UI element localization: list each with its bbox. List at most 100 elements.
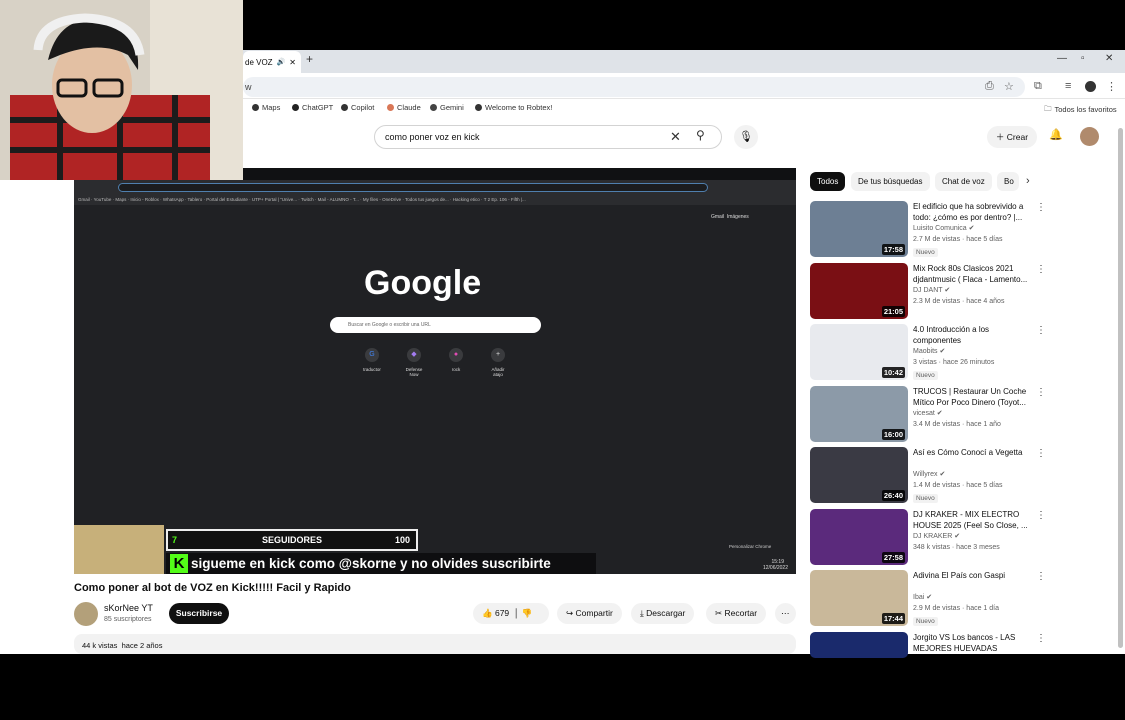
video-thumbnail[interactable]: 17:44 (810, 570, 908, 626)
download-button[interactable]: ⤓ Descargar (631, 603, 695, 624)
browser-tab[interactable]: de VOZ 🔊 ✕ (243, 51, 301, 73)
rec-title[interactable]: Mix Rock 80s Clasicos 2021 djdantmusic (… (913, 263, 1033, 285)
rec-title[interactable]: 4.0 Introducción a los componentes (913, 324, 1033, 346)
recommendation-item[interactable]: 26:40 Así es Cómo Conocí a Vegetta Willyre… (810, 447, 1050, 503)
recommendation-item[interactable]: 17:58 El edificio que ha sobrevivido a to… (810, 201, 1050, 257)
more-options-icon[interactable]: ⋮ (1036, 202, 1046, 213)
video-thumbnail[interactable]: 26:40 (810, 447, 908, 503)
star-icon[interactable]: ☆ (1004, 80, 1014, 93)
recommendation-item[interactable]: 16:00 TRUCOS | Restaurar Un Coche Mítico … (810, 385, 1050, 442)
channel-name[interactable]: sKorNee YT (104, 603, 153, 613)
rec-title[interactable]: TRUCOS | Restaurar Un Coche Mítico Por P… (913, 386, 1033, 408)
video-thumbnail[interactable]: 17:58 (810, 201, 908, 257)
scissors-icon: ✂ (715, 608, 723, 618)
clip-button[interactable]: ✂ Recortar (706, 603, 767, 624)
install-icon[interactable]: ⎙ (985, 80, 994, 93)
chip-from-searches[interactable]: De tus búsquedas (851, 172, 930, 191)
rec-channel[interactable]: Luisito Comunica ✔ (913, 224, 975, 232)
scrollbar-thumb[interactable] (1118, 128, 1123, 648)
recommendation-item[interactable]: 10:42 4.0 Introducción a los componentes M… (810, 324, 1050, 380)
bookmark-maps[interactable]: Maps (252, 103, 280, 112)
recommendation-item[interactable]: 27:58 DJ KRAKER - MIX ELECTRO HOUSE 2025 … (810, 508, 1050, 565)
globe-icon (252, 104, 259, 111)
extensions-icon[interactable]: ⧉ (1034, 80, 1042, 93)
video-thumbnail[interactable]: 10:42 (810, 324, 908, 380)
verified-icon: ✔ (954, 532, 961, 540)
rec-channel[interactable]: Willyrex ✔ (913, 470, 945, 478)
rec-title[interactable]: Jorgito VS Los bancos - LAS MEJORES HUEV… (913, 632, 1033, 654)
video-thumbnail[interactable]: 16:00 (810, 385, 908, 442)
maximize-icon[interactable]: ▫ (1081, 53, 1085, 64)
bookmark-claude[interactable]: Claude (387, 103, 421, 112)
new-tab-icon[interactable]: + (306, 52, 313, 66)
folder-icon: 🗀 (1044, 104, 1052, 113)
bookmarks-bar: Maps ChatGPT Copilot Claude Gemini Welco… (243, 99, 1125, 117)
create-button[interactable]: ＋ Crear (987, 126, 1037, 148)
description-box[interactable]: 44 k vistas hace 2 años (74, 634, 796, 654)
close-tab-icon[interactable]: ✕ (289, 58, 296, 67)
video-thumbnail[interactable] (810, 631, 908, 658)
share-button[interactable]: ↪ Compartir (557, 603, 622, 624)
profile-icon[interactable] (1085, 81, 1096, 92)
bookmark-gemini[interactable]: Gemini (430, 103, 464, 112)
rec-channel[interactable]: DJ DANT ✔ (913, 286, 950, 294)
mic-icon[interactable]: 🎙 (734, 125, 758, 149)
more-options-icon[interactable]: ⋮ (1036, 325, 1046, 336)
menu-icon[interactable]: ⋮ (1106, 80, 1117, 93)
url-field[interactable]: w (243, 77, 1025, 97)
video-player[interactable]: Gmail · YouTube · Maps · Inicio - Roblox… (74, 168, 796, 574)
claude-icon (387, 104, 394, 111)
followers-goal-bar: 7 SEGUIDORES 100 (166, 529, 418, 551)
rec-title[interactable]: Adivina El País con Gaspi (913, 570, 1033, 581)
channel-avatar[interactable] (74, 602, 98, 626)
video-thumbnail[interactable]: 27:58 (810, 508, 908, 565)
video-title: Como poner al bot de VOZ en Kick!!!!! Fa… (74, 582, 351, 594)
rec-channel[interactable]: vicesat ✔ (913, 409, 943, 417)
bookmark-chatgpt[interactable]: ChatGPT (292, 103, 333, 112)
more-options-icon[interactable]: ⋮ (1036, 387, 1046, 398)
chip-voice-chat[interactable]: Chat de voz (935, 172, 992, 191)
chip-truncated[interactable]: Bo (997, 172, 1019, 191)
tab-title: de VOZ (245, 57, 273, 67)
more-options-icon[interactable]: ⋮ (1036, 633, 1046, 644)
chatgpt-icon (292, 104, 299, 111)
rec-channel[interactable]: Ibai ✔ (913, 593, 932, 601)
more-options-icon[interactable]: ⋮ (1036, 571, 1046, 582)
like-button[interactable]: 👍 679 │ 👎 (473, 603, 549, 624)
video-thumbnail[interactable]: 21:05 (810, 262, 908, 319)
more-options-icon[interactable]: ⋮ (1036, 448, 1046, 459)
recommendation-item[interactable]: Jorgito VS Los bancos - LAS MEJORES HUEV… (810, 631, 1050, 658)
rec-channel[interactable]: DJ KRAKER ✔ (913, 532, 960, 540)
recommendation-item[interactable]: 17:44 Adivina El País con Gaspi Ibai ✔ 2.9 … (810, 570, 1050, 626)
recommendation-item[interactable]: 21:05 Mix Rock 80s Clasicos 2021 djdantmu… (810, 262, 1050, 319)
more-actions-button[interactable]: ⋯ (775, 603, 796, 624)
inner-gmail-link: Gmail Imágenes (711, 214, 749, 220)
url-text: w (245, 82, 252, 92)
rec-title[interactable]: Así es Cómo Conocí a Vegetta (913, 447, 1033, 458)
inner-bookmarks: Gmail · YouTube · Maps · Inicio - Roblox… (74, 194, 796, 205)
streamer-cam (74, 525, 164, 574)
subscribe-button[interactable]: Suscribirse (169, 603, 229, 624)
search-icon[interactable]: ⚲ (696, 128, 705, 142)
thumbs-up-icon: 👍 (482, 608, 493, 618)
all-bookmarks[interactable]: 🗀 Todos los favoritos (1044, 103, 1117, 116)
media-icon[interactable]: ≡ (1065, 80, 1071, 92)
windows-taskbar-tray: 15:19 12/06/2022 (762, 559, 788, 571)
close-window-icon[interactable]: ✕ (1105, 53, 1113, 64)
rec-title[interactable]: El edificio que ha sobrevivido a todo: ¿… (913, 201, 1033, 223)
minimize-icon[interactable]: — (1057, 53, 1067, 64)
rec-channel[interactable]: Maobits ✔ (913, 347, 945, 355)
rec-title[interactable]: DJ KRAKER - MIX ELECTRO HOUSE 2025 (Feel… (913, 509, 1033, 531)
customize-chrome: Personalizar Chrome (729, 544, 772, 549)
bell-icon[interactable]: 🔔 (1049, 128, 1063, 141)
chevron-right-icon[interactable]: › (1026, 175, 1030, 187)
clear-search-icon[interactable]: ✕ (670, 129, 681, 145)
bookmark-copilot[interactable]: Copilot (341, 103, 374, 112)
thumbs-down-icon[interactable]: 👎 (522, 608, 533, 618)
more-options-icon[interactable]: ⋮ (1036, 264, 1046, 275)
chip-all[interactable]: Todos (810, 172, 846, 191)
shortcut-add: + Añadir atajo (486, 348, 510, 377)
avatar[interactable] (1080, 127, 1099, 146)
bookmark-robtex[interactable]: Welcome to Robtex! (475, 103, 552, 112)
more-options-icon[interactable]: ⋮ (1036, 510, 1046, 521)
